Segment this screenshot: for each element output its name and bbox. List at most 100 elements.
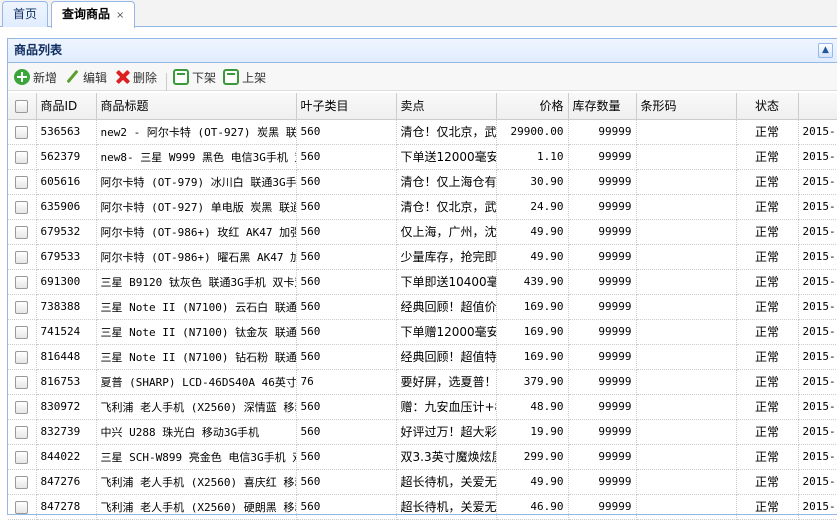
column-header-title[interactable]: 商品标题 xyxy=(96,93,297,120)
table-row[interactable]: 679533阿尔卡特 (OT-986+) 曜石黑 AK47 加强版560少量库存… xyxy=(8,244,837,270)
cell-created: 2015- xyxy=(798,419,837,445)
off-shelf-icon xyxy=(173,69,190,85)
cell-created: 2015- xyxy=(798,244,837,270)
edit-button[interactable]: 编辑 xyxy=(62,66,112,88)
cell-category: 560 xyxy=(296,169,397,195)
cell-selling-point: 少量库存，抢完即止！ xyxy=(396,244,497,270)
table-row[interactable]: 741524三星 Note II (N7100) 钛金灰 联通3G手机560下单… xyxy=(8,319,837,345)
table-row[interactable]: 679532 阿尔卡特 (OT-986+) 玫红 AK47 加强版 560 仅上海，广… xyxy=(8,219,837,245)
table-row[interactable]: 816753夏普 (SHARP) LCD-46DS40A 46英寸 日本原装76… xyxy=(8,369,837,395)
cell-created: 2015- xyxy=(798,219,837,245)
column-header-price[interactable]: 价格 xyxy=(496,93,569,120)
cell-status: 正常 xyxy=(736,469,799,495)
cell-category: 560 xyxy=(296,469,397,495)
column-header-status[interactable]: 状态 xyxy=(736,93,799,120)
cell-price: 49.90 xyxy=(496,469,569,495)
table-row[interactable]: 832739中兴 U288 珠光白 移动3G手机560好评过万！超大彩屏19.9… xyxy=(8,419,837,445)
cell-status: 正常 xyxy=(736,194,799,220)
row-checkbox[interactable] xyxy=(8,294,37,320)
row-checkbox[interactable] xyxy=(8,194,37,220)
cell-barcode xyxy=(636,269,737,295)
cell-stock: 99999 xyxy=(568,269,637,295)
cell-category: 560 xyxy=(296,194,397,220)
cell-title: new2 - 阿尔卡特 (OT-927) 炭黑 联通3G手机 xyxy=(96,119,297,145)
table-row[interactable]: 830972飞利浦 老人手机 (X2560) 深情蓝 移动联通2G560赠：九安… xyxy=(8,394,837,420)
cell-id: 536563 xyxy=(36,119,97,145)
cell-barcode xyxy=(636,419,737,445)
cell-status: 正常 xyxy=(736,394,799,420)
table-row[interactable]: 847278飞利浦 老人手机 (X2560) 硬朗黑 移动联通2G560超长待机… xyxy=(8,494,837,520)
row-checkbox[interactable] xyxy=(8,244,37,270)
row-checkbox[interactable] xyxy=(8,269,37,295)
add-button[interactable]: 新增 xyxy=(12,66,62,88)
row-checkbox[interactable] xyxy=(8,394,37,420)
row-checkbox[interactable] xyxy=(8,169,37,195)
checkbox-icon xyxy=(15,275,29,289)
row-checkbox[interactable] xyxy=(8,444,37,470)
off-shelf-button-label: 下架 xyxy=(192,70,217,85)
off-shelf-button[interactable]: 下架 xyxy=(171,66,221,88)
table-row[interactable]: 847276飞利浦 老人手机 (X2560) 喜庆红 移动联通2G560超长待机… xyxy=(8,469,837,495)
on-shelf-button[interactable]: 上架 xyxy=(221,66,271,88)
cell-title: 三星 SCH-W899 亮金色 电信3G手机 双卡双待 xyxy=(96,444,297,470)
checkbox-icon xyxy=(15,250,29,264)
row-checkbox[interactable] xyxy=(8,344,37,370)
cell-selling-point: 下单赠12000毫安移动电源 xyxy=(396,319,497,345)
cell-id: 832739 xyxy=(36,419,97,445)
cell-category: 560 xyxy=(296,494,397,520)
row-checkbox[interactable] xyxy=(8,144,37,170)
cell-status: 正常 xyxy=(736,144,799,170)
table-row[interactable]: 562379new8- 三星 W999 黑色 电信3G手机 双卡双待560下单送… xyxy=(8,144,837,170)
column-header-id[interactable]: 商品ID xyxy=(36,93,97,120)
row-checkbox[interactable] xyxy=(8,319,37,345)
cell-category: 560 xyxy=(296,219,397,245)
cell-price: 49.90 xyxy=(496,244,569,270)
cell-status: 正常 xyxy=(736,494,799,520)
row-checkbox[interactable] xyxy=(8,494,37,520)
cell-status: 正常 xyxy=(736,294,799,320)
table-row[interactable]: 816448三星 Note II (N7100) 钻石粉 联通3G手机560经典… xyxy=(8,344,837,370)
cell-id: 605616 xyxy=(36,169,97,195)
close-icon[interactable]: × xyxy=(116,4,124,28)
delete-button[interactable]: 删除 xyxy=(112,66,162,88)
cell-created: 2015- xyxy=(798,319,837,345)
cell-title: 三星 B9120 钛灰色 联通3G手机 双卡双待 xyxy=(96,269,297,295)
cell-id: 847276 xyxy=(36,469,97,495)
tab-home[interactable]: 首页 xyxy=(2,1,49,27)
tab-home-label: 首页 xyxy=(13,7,38,21)
row-checkbox[interactable] xyxy=(8,419,37,445)
cell-created: 2015- xyxy=(798,144,837,170)
cell-stock: 99999 xyxy=(568,444,637,470)
table-row[interactable]: 605616 阿尔卡特 (OT-979) 冰川白 联通3G手机 560 清仓！仅上海仓… xyxy=(8,169,837,195)
cell-category: 560 xyxy=(296,444,397,470)
tab-query-product[interactable]: 查询商品 × xyxy=(51,1,136,28)
cell-stock: 99999 xyxy=(568,144,637,170)
cell-category: 560 xyxy=(296,319,397,345)
row-checkbox[interactable] xyxy=(8,119,37,145)
cell-barcode xyxy=(636,319,737,345)
row-checkbox[interactable] xyxy=(8,369,37,395)
row-checkbox[interactable] xyxy=(8,219,37,245)
cell-category: 560 xyxy=(296,244,397,270)
cell-id: 844022 xyxy=(36,444,97,470)
cell-stock: 99999 xyxy=(568,169,637,195)
cell-category: 560 xyxy=(296,419,397,445)
column-header-barcode[interactable]: 条形码 xyxy=(636,93,737,120)
table-row[interactable]: 738388三星 Note II (N7100) 云石白 联通3G手机560经典… xyxy=(8,294,837,320)
table-row[interactable]: 635906阿尔卡特 (OT-927) 单电版 炭黑 联通3G手机560清仓！仅… xyxy=(8,194,837,220)
row-checkbox[interactable] xyxy=(8,469,37,495)
collapse-icon[interactable]: ▲ xyxy=(818,43,833,58)
cell-id: 741524 xyxy=(36,319,97,345)
cell-id: 679532 xyxy=(36,219,97,245)
table-row[interactable]: 536563new2 - 阿尔卡特 (OT-927) 炭黑 联通3G手机560清… xyxy=(8,119,837,145)
cell-stock: 99999 xyxy=(568,469,637,495)
select-all-checkbox[interactable] xyxy=(8,93,37,120)
cell-stock: 99999 xyxy=(568,119,637,145)
table-row[interactable]: 844022三星 SCH-W899 亮金色 电信3G手机 双卡双待560双3.3… xyxy=(8,444,837,470)
table-row[interactable]: 691300 三星 B9120 钛灰色 联通3G手机 双卡双待 560 下单即送104… xyxy=(8,269,837,295)
column-header-created[interactable] xyxy=(798,93,837,120)
column-header-stock[interactable]: 库存数量 xyxy=(568,93,637,120)
column-header-category[interactable]: 叶子类目 xyxy=(296,93,397,120)
cell-selling-point: 经典回顾！超值特惠 xyxy=(396,344,497,370)
column-header-selling-point[interactable]: 卖点 xyxy=(396,93,497,120)
